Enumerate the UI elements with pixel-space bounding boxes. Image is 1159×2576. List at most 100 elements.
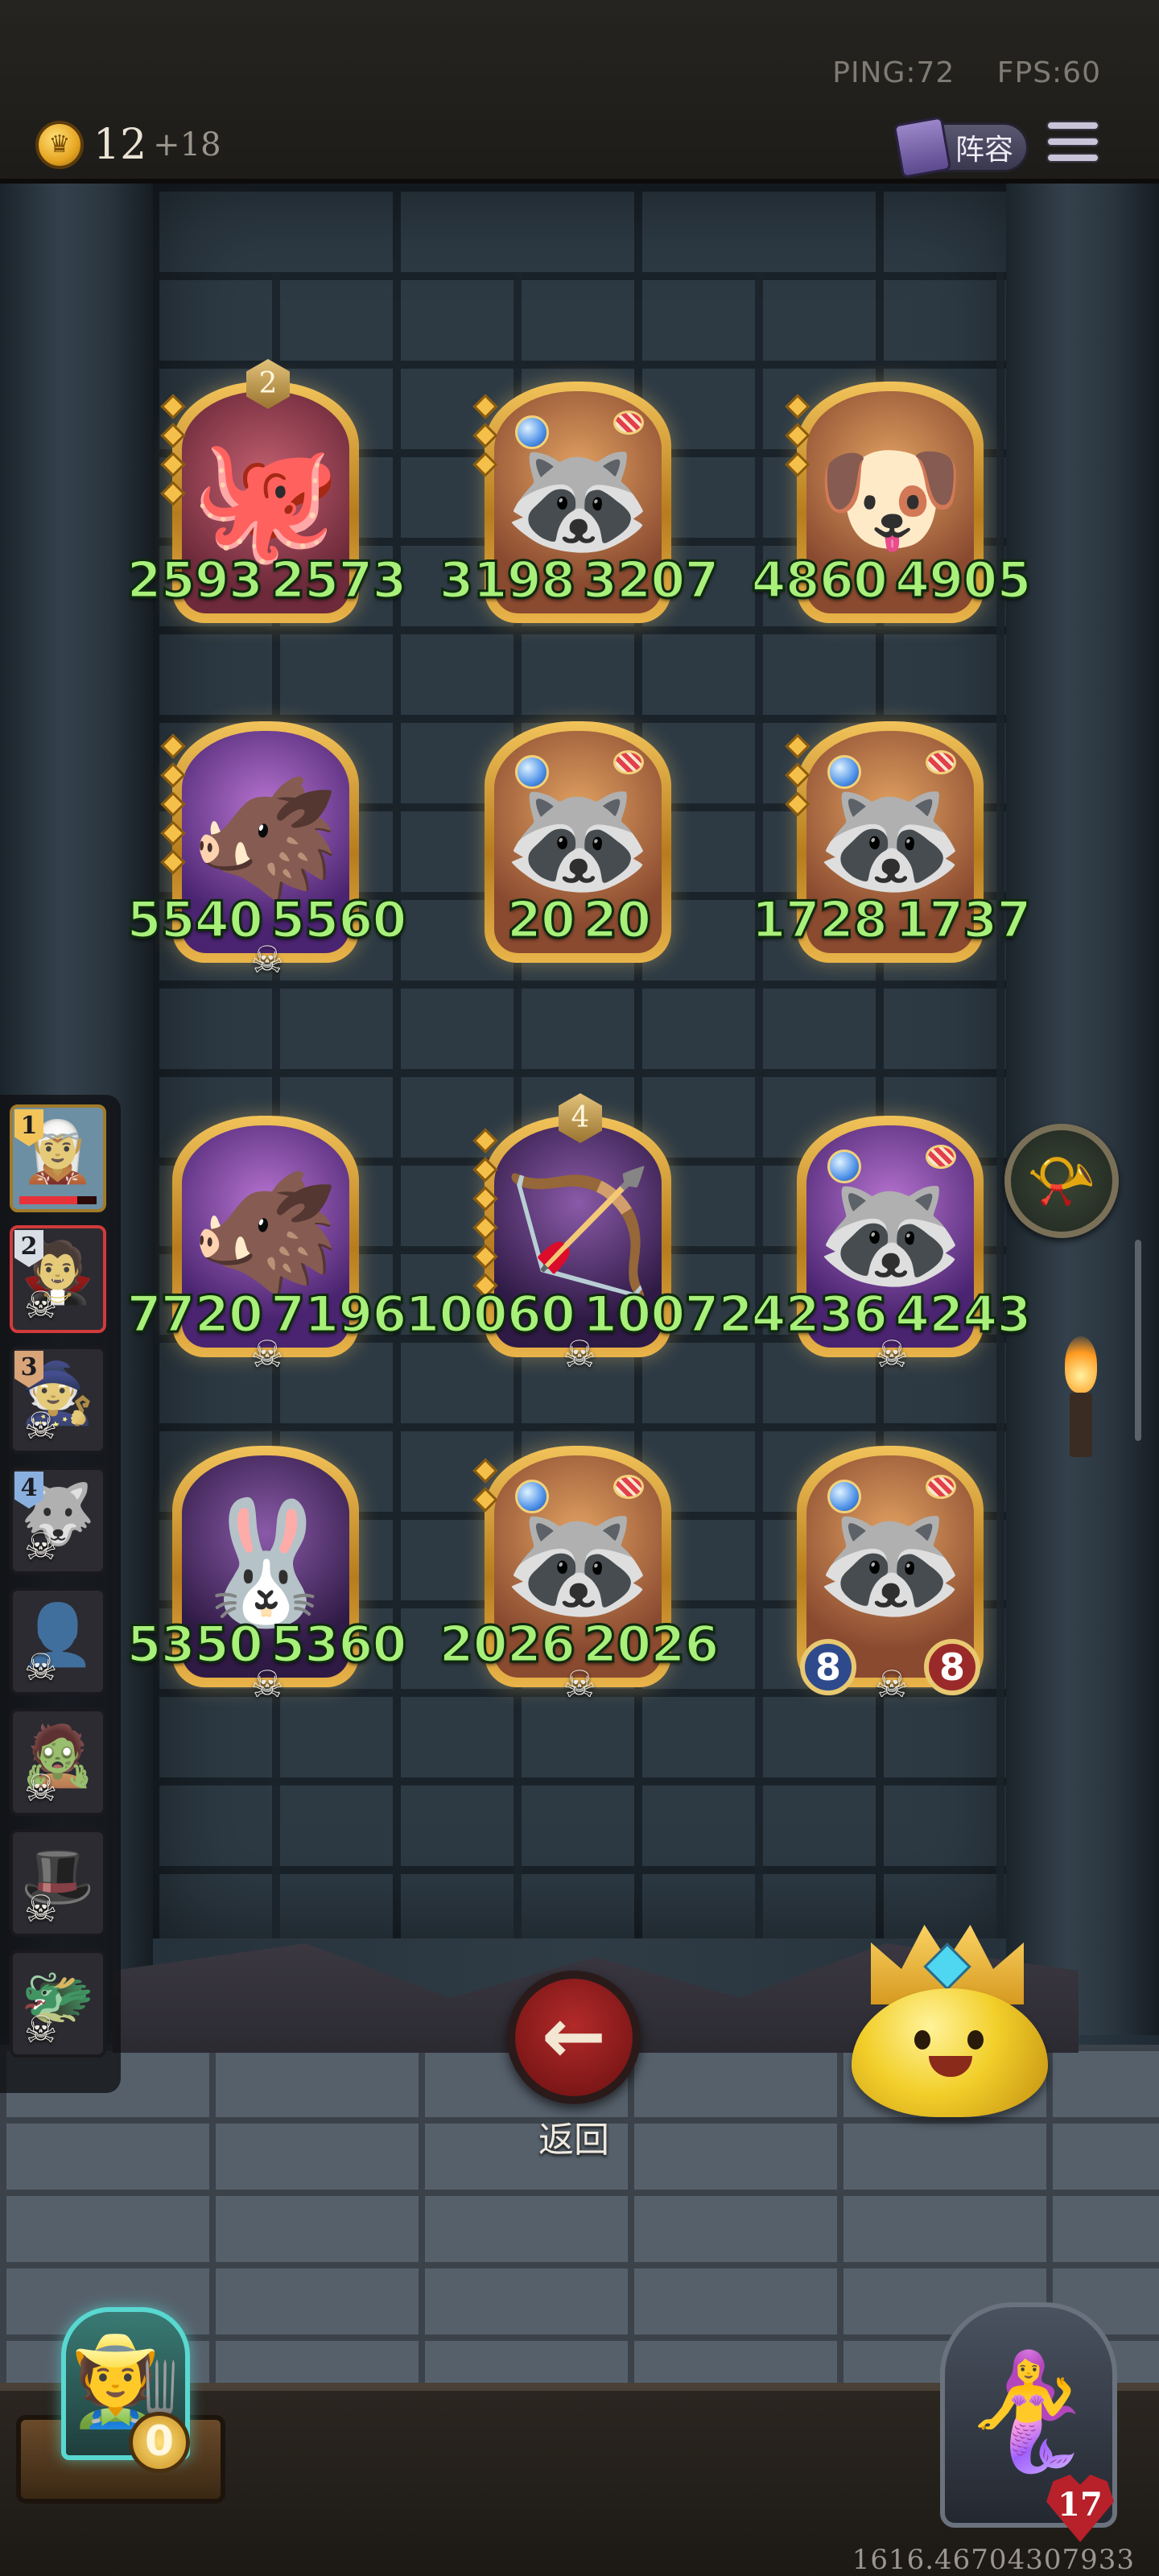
health-stat: 5360: [270, 1614, 409, 1675]
torch: [1061, 1336, 1101, 1465]
attack-stat: 2593: [126, 550, 265, 611]
attack-stat: 5540: [126, 890, 265, 951]
menu-button[interactable]: [1046, 121, 1099, 169]
attack-stat: 3198: [438, 550, 577, 611]
flame-icon: [1065, 1336, 1097, 1393]
hero-card-raccoon[interactable]: 🦝 20 20: [485, 721, 671, 963]
attack-stat: 1728: [750, 890, 889, 951]
hero-card-dog[interactable]: 🐶 4860 4905: [750, 382, 1033, 623]
health-stat: 3207: [582, 550, 721, 611]
candy-gem-icon: [613, 1475, 644, 1499]
star-pips: [472, 1128, 498, 1306]
skull-icon: ☠: [24, 1404, 58, 1447]
book-icon: [893, 116, 952, 179]
health-stat: 7196: [270, 1284, 409, 1345]
attack-stat: 20: [505, 890, 576, 951]
skull-icon: ☠: [875, 1662, 909, 1706]
health-stat: 2573: [270, 550, 409, 611]
attack-stat: 2026: [438, 1614, 577, 1675]
roster-player[interactable]: 👤 ☠: [10, 1587, 106, 1695]
candy-gem-icon: [613, 750, 644, 774]
coin-count: 12: [93, 121, 147, 169]
star-pips: [160, 733, 186, 882]
skull-icon: ☠: [24, 1525, 58, 1568]
candy-gem-icon: [926, 1145, 956, 1169]
roster-player[interactable]: 🎩 ☠: [10, 1829, 106, 1937]
star-pips: [472, 1458, 498, 1520]
hamburger-menu-icon: [1046, 121, 1099, 163]
hero-card-octopus[interactable]: 🐙 2 2593 2573: [126, 359, 408, 623]
health-bar: [19, 1196, 97, 1204]
blue-gem-icon: [515, 755, 549, 789]
roster-player[interactable]: 🧟 ☠: [10, 1708, 106, 1816]
raccoon-icon: 🦝: [502, 429, 654, 569]
health-stat: 2026: [582, 1614, 721, 1675]
candy-gem-icon: [926, 1475, 956, 1499]
coin-bonus: +18: [153, 126, 221, 163]
lineup-label: 阵容: [955, 134, 1013, 167]
hero-card-boar[interactable]: 🐗 ☠ 5540 5560: [126, 721, 408, 980]
roster-player[interactable]: 🧝 1: [10, 1104, 106, 1212]
hero-card-boar[interactable]: 🐗 ☠ 7720 7196: [126, 1116, 408, 1375]
back-label[interactable]: 返回: [507, 2111, 641, 2162]
star-pips: [785, 733, 810, 824]
health-stat: 4243: [894, 1284, 1033, 1345]
skull-icon: ☠: [24, 1283, 58, 1327]
boar-icon: 🐗: [190, 1163, 341, 1303]
attack-stat: 8: [800, 1639, 856, 1695]
lineup-button[interactable]: 阵容: [893, 116, 1029, 179]
coin-counter: ♛ 12 +18: [35, 121, 221, 169]
blue-gem-icon: [827, 755, 861, 789]
scrollbar[interactable]: [1135, 1240, 1141, 1441]
blue-gem-icon: [515, 415, 549, 449]
back-button[interactable]: ←: [507, 1971, 641, 2104]
roster-player[interactable]: 🧛 2 ☠: [10, 1225, 106, 1333]
player-roster: 🧝 1 🧛 2 ☠ 🧙 3 ☠ 🐺 4 ☠ 👤 ☠ 🧟 ☠ 🎩 ☠ 🐲 ☠: [0, 1095, 121, 2093]
health-stat: 8: [924, 1639, 980, 1695]
health-stat: 10072: [582, 1284, 755, 1345]
horn-icon[interactable]: 📯: [1004, 1124, 1119, 1238]
health-stat: 1737: [894, 890, 1033, 951]
hero-card-raccoon[interactable]: 🦝 ☠ 2026 2026: [438, 1446, 720, 1705]
network-metrics: PING:72 FPS:60: [800, 56, 1101, 89]
health-stat: 5560: [270, 890, 409, 951]
star-pips: [785, 394, 810, 485]
raccoon-icon: 🦝: [502, 1493, 654, 1633]
health-stat: 20: [581, 890, 652, 951]
raccoon-icon: 🦝: [815, 1493, 966, 1633]
health-stat: 4905: [894, 550, 1033, 611]
hero-card-raccoon[interactable]: 🦝 3198 3207: [438, 382, 720, 623]
attack-stat: 4860: [750, 550, 889, 611]
star-pips: [160, 394, 186, 514]
blue-gem-icon: [827, 1150, 861, 1183]
hero-card-archer[interactable]: 🏹 4 ☠ 10060 10072: [404, 1093, 754, 1375]
crown-coin-icon: ♛: [35, 121, 84, 169]
hero-card-raccoon[interactable]: 🦝 1728 1737: [750, 721, 1033, 963]
blue-gem-icon: [827, 1480, 861, 1513]
octopus-icon: 🐙: [190, 429, 341, 569]
hero-card-raccoon[interactable]: 🦝 ☠ 8 8: [797, 1446, 984, 1705]
coordinate-readout: 1616.46704307933: [852, 2544, 1135, 2576]
player-gold-badge: 0: [129, 2412, 190, 2473]
roster-player[interactable]: 🐺 4 ☠: [10, 1467, 106, 1575]
roster-player[interactable]: 🧙 3 ☠: [10, 1346, 106, 1454]
attack-stat: 4236: [750, 1284, 889, 1345]
boar-icon: 🐗: [190, 769, 341, 909]
raccoon-icon: 🦝: [502, 769, 654, 909]
roster-player[interactable]: 🐲 ☠: [10, 1950, 106, 2058]
blue-gem-icon: [515, 1480, 549, 1513]
right-pillar: [1006, 184, 1159, 2035]
skull-icon: ☠: [24, 2008, 58, 2051]
skull-icon: ☠: [24, 1766, 58, 1810]
attack-stat: 7720: [126, 1284, 265, 1345]
fps-readout: FPS:60: [996, 56, 1101, 89]
hero-card-raccoon[interactable]: 🦝 ☠ 4236 4243: [750, 1116, 1033, 1375]
dog-icon: 🐶: [815, 429, 966, 569]
rabbit-mask-icon: 🐰: [190, 1493, 341, 1633]
candy-gem-icon: [926, 750, 956, 774]
star-pips: [472, 394, 498, 485]
candy-gem-icon: [613, 411, 644, 435]
arrow-left-icon: ←: [541, 1991, 607, 2081]
archer-icon: 🏹: [502, 1163, 654, 1303]
hero-card-rabbit-mask[interactable]: 🐰 ☠ 5350 5360: [126, 1446, 408, 1705]
